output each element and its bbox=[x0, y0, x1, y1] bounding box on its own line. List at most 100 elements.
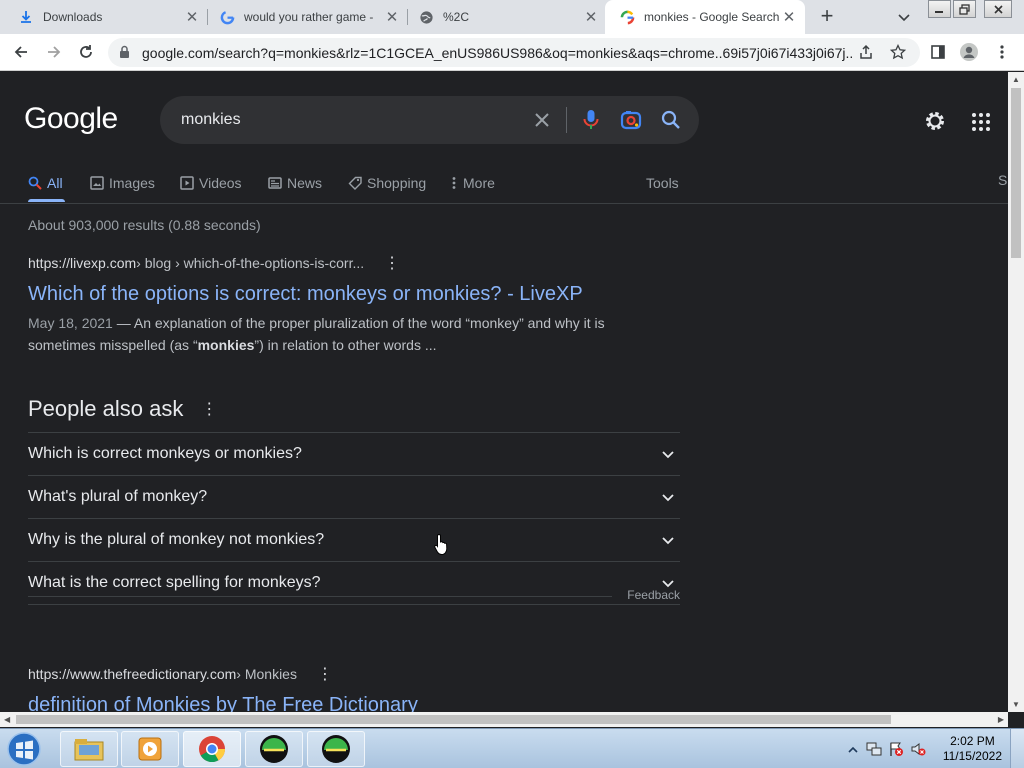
tab-downloads[interactable]: Downloads ✕ bbox=[0, 0, 208, 34]
result-options-icon[interactable]: ⋮ bbox=[384, 253, 400, 273]
google-apps-grid-icon[interactable] bbox=[971, 112, 991, 132]
paa-question[interactable]: What's plural of monkey? bbox=[28, 476, 680, 519]
tab-monkies-search[interactable]: monkies - Google Search ✕ bbox=[605, 0, 805, 34]
search-input[interactable]: monkies bbox=[181, 111, 241, 129]
paa-question[interactable]: Why is the plural of monkey not monkies? bbox=[28, 519, 680, 562]
google-lens-icon[interactable] bbox=[620, 109, 642, 131]
media-player-taskbar-icon[interactable] bbox=[121, 731, 179, 767]
app-taskbar-icon-2[interactable] bbox=[307, 731, 365, 767]
paa-question-text: Which is correct monkeys or monkies? bbox=[28, 445, 302, 462]
lock-icon[interactable] bbox=[119, 45, 130, 64]
volume-muted-icon[interactable] bbox=[910, 741, 926, 762]
file-explorer-taskbar-icon[interactable] bbox=[60, 731, 118, 767]
microphone-icon[interactable] bbox=[581, 108, 601, 132]
search-results-page: Google monkies All Images Videos News Sh… bbox=[0, 72, 1008, 712]
paa-question[interactable]: What is the correct spelling for monkeys… bbox=[28, 562, 680, 605]
result-options-icon[interactable]: ⋮ bbox=[317, 664, 333, 684]
search-submit-icon[interactable] bbox=[660, 109, 682, 131]
tab-would-you-rather[interactable]: would you rather game - ✕ bbox=[201, 0, 408, 34]
close-tab-icon[interactable]: ✕ bbox=[384, 9, 400, 26]
feedback-divider bbox=[28, 596, 612, 597]
bookmark-star-icon[interactable] bbox=[888, 42, 908, 62]
tab-label: Shopping bbox=[367, 175, 427, 191]
clock-time: 2:02 PM bbox=[950, 734, 995, 748]
close-window-button[interactable] bbox=[984, 0, 1012, 18]
paa-options-icon[interactable]: ⋮ bbox=[201, 399, 217, 419]
search-box[interactable]: monkies bbox=[160, 96, 699, 144]
action-center-flag-icon[interactable] bbox=[888, 741, 904, 762]
restore-button[interactable] bbox=[953, 0, 976, 18]
chevron-down-icon bbox=[660, 489, 676, 505]
google-logo[interactable]: Google bbox=[24, 102, 118, 136]
address-bar[interactable]: google.com/search?q=monkies&rlz=1C1GCEA_… bbox=[108, 38, 920, 67]
news-icon bbox=[268, 176, 282, 190]
profile-avatar-icon[interactable] bbox=[959, 42, 979, 62]
tools-button[interactable]: Tools bbox=[646, 173, 679, 193]
chevron-down-icon bbox=[660, 446, 676, 462]
result-citation[interactable]: https://livexp.com › blog › which-of-the… bbox=[28, 254, 688, 272]
tab-label: Videos bbox=[199, 175, 242, 191]
tab-more[interactable]: More bbox=[450, 173, 495, 193]
network-icon[interactable] bbox=[866, 741, 882, 762]
close-tab-icon[interactable]: ✕ bbox=[781, 9, 797, 26]
vertical-scrollbar[interactable]: ▲ ▼ bbox=[1008, 72, 1024, 712]
paa-question[interactable]: Which is correct monkeys or monkies? bbox=[28, 433, 680, 476]
forward-arrow-icon[interactable] bbox=[44, 42, 64, 62]
tab-news[interactable]: News bbox=[268, 173, 322, 193]
google-g-icon bbox=[619, 9, 635, 25]
tab-2c[interactable]: %2C ✕ bbox=[400, 0, 607, 34]
settings-gear-icon[interactable] bbox=[923, 109, 947, 133]
search-result: https://www.thefreedictionary.com › Monk… bbox=[28, 665, 688, 712]
feedback-link[interactable]: Feedback bbox=[613, 588, 680, 602]
scroll-right-arrow-icon[interactable]: ▶ bbox=[998, 715, 1004, 724]
horizontal-scroll-thumb[interactable] bbox=[16, 715, 891, 724]
chevron-down-icon bbox=[660, 532, 676, 548]
tab-videos[interactable]: Videos bbox=[180, 173, 242, 193]
system-tray: 2:02 PM 11/15/2022 bbox=[834, 729, 1024, 768]
paa-heading: People also ask bbox=[28, 396, 184, 421]
scroll-up-arrow-icon[interactable]: ▲ bbox=[1012, 75, 1020, 84]
vertical-scroll-thumb[interactable] bbox=[1011, 88, 1021, 258]
clock[interactable]: 2:02 PM 11/15/2022 bbox=[943, 734, 1002, 764]
reload-icon[interactable] bbox=[76, 42, 96, 62]
people-also-ask: People also ask ⋮ Which is correct monke… bbox=[28, 392, 680, 605]
share-icon[interactable] bbox=[856, 42, 876, 62]
minimize-button[interactable] bbox=[928, 0, 951, 18]
show-desktop-button[interactable] bbox=[1010, 729, 1024, 768]
search-nav-tabs: All Images Videos News Shopping More Too… bbox=[0, 167, 1008, 203]
start-button-icon[interactable] bbox=[4, 731, 44, 767]
tab-title: Downloads bbox=[43, 10, 103, 24]
scroll-left-arrow-icon[interactable]: ◀ bbox=[4, 715, 10, 724]
paa-question-text: Why is the plural of monkey not monkies? bbox=[28, 531, 325, 548]
result-domain: https://livexp.com bbox=[28, 255, 137, 271]
tab-label: More bbox=[463, 175, 495, 191]
tab-search-chevron-icon[interactable] bbox=[895, 8, 913, 26]
result-title-link[interactable]: Which of the options is correct: monkeys… bbox=[28, 281, 688, 307]
result-snippet: May 18, 2021 — An explanation of the pro… bbox=[28, 312, 628, 356]
tab-shopping[interactable]: Shopping bbox=[348, 173, 426, 193]
browser-menu-icon[interactable] bbox=[992, 42, 1012, 62]
chrome-taskbar-icon[interactable] bbox=[183, 731, 241, 767]
new-tab-button[interactable]: + bbox=[815, 5, 839, 29]
show-hidden-icons-icon[interactable] bbox=[848, 742, 858, 760]
url-text[interactable]: google.com/search?q=monkies&rlz=1C1GCEA_… bbox=[142, 45, 854, 61]
paa-question-text: What's plural of monkey? bbox=[28, 488, 208, 505]
result-path: › Monkies bbox=[236, 666, 297, 682]
close-tab-icon[interactable]: ✕ bbox=[583, 9, 599, 26]
tab-images[interactable]: Images bbox=[90, 173, 155, 193]
tab-label: All bbox=[47, 175, 63, 191]
tab-all[interactable]: All bbox=[28, 173, 63, 193]
scroll-down-arrow-icon[interactable]: ▼ bbox=[1012, 700, 1020, 709]
side-panel-icon[interactable] bbox=[928, 42, 948, 62]
result-title-link[interactable]: definition of Monkies by The Free Dictio… bbox=[28, 692, 688, 712]
search-icon bbox=[28, 176, 42, 190]
result-citation[interactable]: https://www.thefreedictionary.com › Monk… bbox=[28, 665, 688, 683]
close-tab-icon[interactable]: ✕ bbox=[184, 9, 200, 26]
back-arrow-icon[interactable] bbox=[11, 42, 31, 62]
more-vert-icon bbox=[450, 176, 458, 190]
app-taskbar-icon[interactable] bbox=[245, 731, 303, 767]
result-stats: About 903,000 results (0.88 seconds) bbox=[28, 217, 261, 233]
horizontal-scrollbar[interactable]: ◀ ▶ bbox=[0, 712, 1008, 727]
globe-icon bbox=[418, 9, 434, 25]
clear-search-icon[interactable] bbox=[532, 110, 552, 130]
